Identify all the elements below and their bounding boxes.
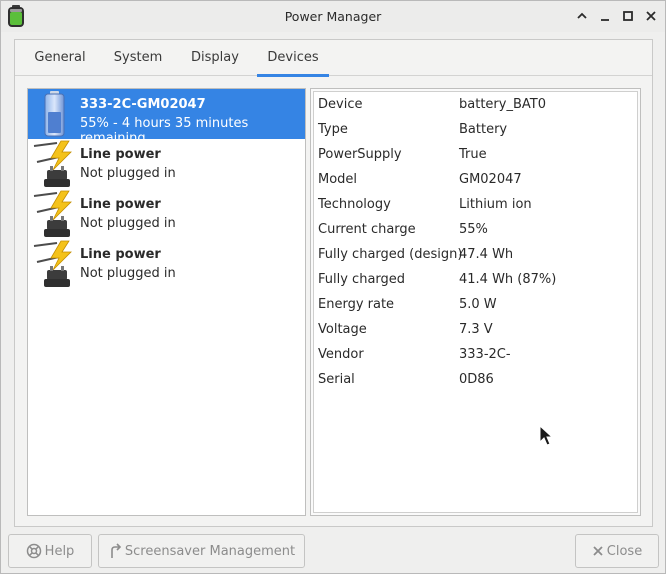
detail-value: 333-2C- <box>459 347 511 362</box>
line-power-icon <box>33 240 72 287</box>
mouse-pointer-icon <box>539 425 553 446</box>
detail-row: Voltage 7.3 V <box>314 317 637 342</box>
screensaver-button-label: Screensaver Management <box>124 543 296 559</box>
device-details-panel: Device battery_BAT0 Type Battery PowerSupp… <box>310 88 641 516</box>
close-icon <box>593 546 603 556</box>
device-item-line-power[interactable]: Line power Not plugged in <box>28 139 305 189</box>
detail-row: Energy rate 5.0 W <box>314 292 637 317</box>
detail-row: Fully charged 41.4 Wh (87%) <box>314 267 637 292</box>
close-button-label: Close <box>606 543 643 559</box>
maximize-button[interactable] <box>619 7 637 25</box>
detail-key: Model <box>318 172 358 187</box>
line-power-icon <box>33 140 72 187</box>
detail-value: 7.3 V <box>459 322 493 337</box>
device-status: Not plugged in <box>80 216 176 231</box>
device-name: 333-2C-GM02047 <box>80 97 206 112</box>
device-list: 333-2C-GM02047 55% - 4 hours 35 minutes … <box>27 88 306 516</box>
device-item-battery[interactable]: 333-2C-GM02047 55% - 4 hours 35 minutes … <box>28 89 305 146</box>
tab-general[interactable]: General <box>25 40 95 76</box>
tab-devices[interactable]: Devices <box>257 40 329 77</box>
title-bar[interactable]: Power Manager <box>1 1 665 32</box>
detail-row: Fully charged (design) 47.4 Wh <box>314 242 637 267</box>
detail-value: True <box>459 147 487 162</box>
redo-arrow-icon <box>111 543 122 558</box>
detail-row: Current charge 55% <box>314 217 637 242</box>
help-button-label: Help <box>44 543 75 559</box>
close-window-button[interactable] <box>642 7 660 25</box>
detail-value: battery_BAT0 <box>459 97 546 112</box>
detail-key: Voltage <box>318 322 367 337</box>
detail-row: Type Battery <box>314 117 637 142</box>
detail-value: 0D86 <box>459 372 494 387</box>
window-title: Power Manager <box>284 9 382 24</box>
detail-row: Vendor 333-2C- <box>314 342 637 367</box>
battery-icon <box>44 91 65 137</box>
tab-panel: General System Display Devices 333-2C-GM… <box>14 39 653 527</box>
detail-value: 5.0 W <box>459 297 497 312</box>
detail-key: Serial <box>318 372 355 387</box>
help-button[interactable]: Help <box>8 534 92 568</box>
detail-row: Device battery_BAT0 <box>314 92 637 117</box>
detail-value: 41.4 Wh (87%) <box>459 272 557 287</box>
detail-row: PowerSupply True <box>314 142 637 167</box>
device-status: Not plugged in <box>80 166 176 181</box>
device-item-line-power[interactable]: Line power Not plugged in <box>28 189 305 239</box>
detail-value: 55% <box>459 222 488 237</box>
tab-bar: General System Display Devices <box>15 40 652 77</box>
detail-row: Model GM02047 <box>314 167 637 192</box>
detail-key: Fully charged (design) <box>318 247 463 262</box>
detail-row: Serial 0D86 <box>314 367 637 392</box>
power-manager-window: Power Manager General System Display Dev… <box>0 0 666 574</box>
maximize-icon <box>623 11 633 21</box>
line-power-icon <box>33 190 72 237</box>
device-details-table: Device battery_BAT0 Type Battery PowerSupp… <box>313 91 638 513</box>
device-name: Line power <box>80 147 161 162</box>
detail-key: Type <box>318 122 348 137</box>
minimize-icon <box>601 19 609 21</box>
detail-value: Battery <box>459 122 508 137</box>
tab-display[interactable]: Display <box>183 40 247 76</box>
close-icon <box>646 11 656 21</box>
device-name: Line power <box>80 247 161 262</box>
detail-key: Technology <box>318 197 391 212</box>
detail-value: 47.4 Wh <box>459 247 514 262</box>
detail-key: PowerSupply <box>318 147 402 162</box>
detail-key: Energy rate <box>318 297 395 312</box>
tab-system[interactable]: System <box>107 40 169 76</box>
close-button[interactable]: Close <box>575 534 659 568</box>
detail-key: Current charge <box>318 222 416 237</box>
detail-key: Device <box>318 97 363 112</box>
device-name: Line power <box>80 197 161 212</box>
detail-key: Fully charged <box>318 272 406 287</box>
detail-value: GM02047 <box>459 172 522 187</box>
device-item-line-power[interactable]: Line power Not plugged in <box>28 239 305 289</box>
screensaver-management-button[interactable]: Screensaver Management <box>98 534 305 568</box>
detail-row: Technology Lithium ion <box>314 192 637 217</box>
minimize-button[interactable] <box>596 7 614 25</box>
detail-key: Vendor <box>318 347 364 362</box>
help-icon <box>26 543 41 559</box>
chevron-up-icon <box>577 12 587 19</box>
device-status: Not plugged in <box>80 266 176 281</box>
collapse-button[interactable] <box>573 7 591 25</box>
detail-value: Lithium ion <box>459 197 532 212</box>
